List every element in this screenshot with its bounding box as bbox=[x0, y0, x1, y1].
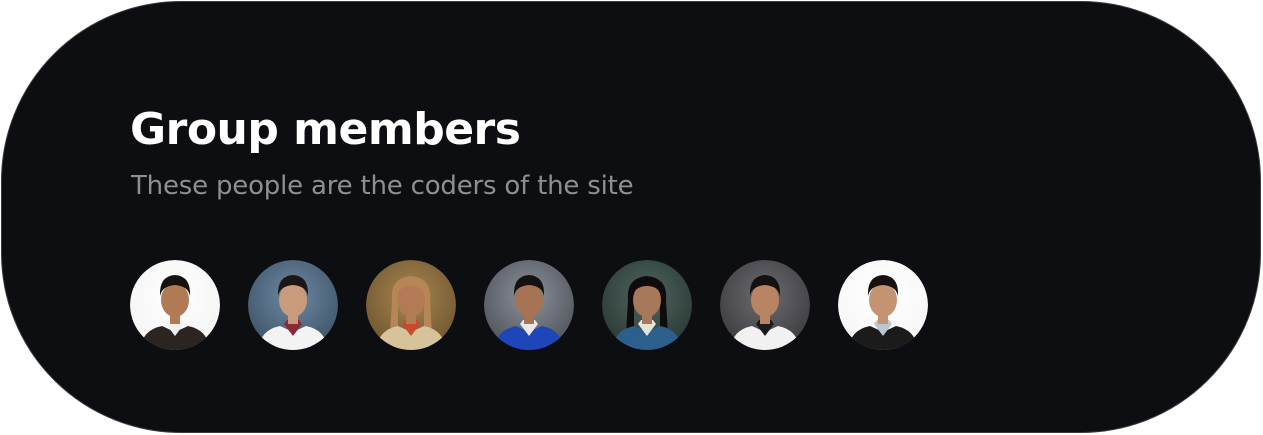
member-avatar-list bbox=[130, 260, 928, 350]
section-title: Group members bbox=[130, 104, 521, 155]
member-avatar-2 bbox=[248, 260, 338, 350]
member-avatar-3 bbox=[366, 260, 456, 350]
member-avatar-7 bbox=[838, 260, 928, 350]
member-avatar-1 bbox=[130, 260, 220, 350]
member-avatar-4 bbox=[484, 260, 574, 350]
member-avatar-6 bbox=[720, 260, 810, 350]
section-subtitle: These people are the coders of the site bbox=[131, 171, 634, 201]
group-members-card: Group members These people are the coder… bbox=[1, 1, 1261, 433]
member-avatar-5 bbox=[602, 260, 692, 350]
